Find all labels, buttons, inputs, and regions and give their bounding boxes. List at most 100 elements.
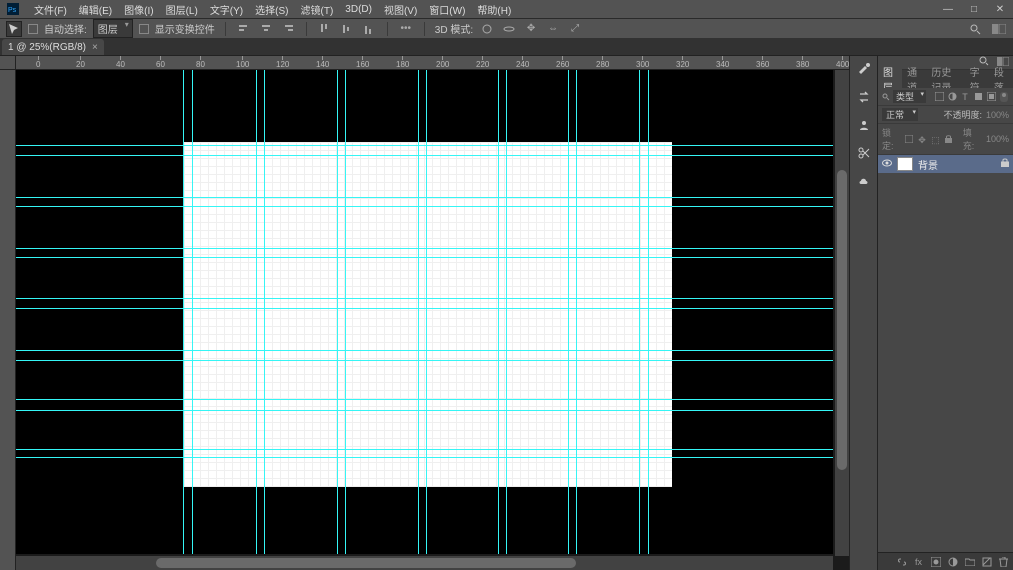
- align-top-icon[interactable]: [317, 21, 333, 37]
- vertical-guide[interactable]: [192, 70, 193, 554]
- filter-toggle-switch[interactable]: [999, 92, 1009, 102]
- distribute-icon[interactable]: •••: [398, 21, 414, 37]
- vertical-ruler[interactable]: [0, 70, 16, 570]
- blend-mode-dropdown[interactable]: 正常: [882, 108, 918, 121]
- lock-artboard-icon[interactable]: ⬚: [931, 135, 940, 144]
- filter-pixel-layer-icon[interactable]: [934, 92, 944, 102]
- vertical-guide[interactable]: [264, 70, 265, 554]
- vertical-guide[interactable]: [418, 70, 419, 554]
- menu-window[interactable]: 窗口(W): [425, 0, 469, 19]
- menu-type[interactable]: 文字(Y): [206, 0, 247, 19]
- scissors-icon[interactable]: [855, 144, 873, 162]
- horizontal-guide[interactable]: [16, 308, 833, 309]
- vertical-guide[interactable]: [568, 70, 569, 554]
- new-layer-icon[interactable]: [981, 556, 992, 567]
- cloud-icon[interactable]: [855, 172, 873, 190]
- vertical-guide[interactable]: [639, 70, 640, 554]
- vertical-guide[interactable]: [498, 70, 499, 554]
- vertical-guide[interactable]: [337, 70, 338, 554]
- h-scroll-thumb[interactable]: [156, 558, 576, 568]
- show-transform-checkbox[interactable]: [139, 24, 149, 34]
- vertical-guide[interactable]: [576, 70, 577, 554]
- history-brush-icon[interactable]: [855, 60, 873, 78]
- 3d-orbit-icon[interactable]: [479, 21, 495, 37]
- menu-select[interactable]: 选择(S): [251, 0, 292, 19]
- visibility-toggle-icon[interactable]: [882, 159, 892, 169]
- align-right-icon[interactable]: [280, 21, 296, 37]
- horizontal-guide[interactable]: [16, 457, 833, 458]
- minimize-button[interactable]: —: [941, 4, 955, 15]
- link-layers-icon[interactable]: [896, 556, 907, 567]
- vertical-guide[interactable]: [183, 70, 184, 554]
- layer-lock-icon[interactable]: [1001, 158, 1009, 170]
- delete-layer-icon[interactable]: [998, 556, 1009, 567]
- menu-3d[interactable]: 3D(D): [341, 2, 376, 17]
- vertical-guide[interactable]: [506, 70, 507, 554]
- menu-image[interactable]: 图像(I): [120, 0, 157, 19]
- filter-shape-icon[interactable]: [973, 92, 983, 102]
- document-tab[interactable]: 1 @ 25%(RGB/8) ×: [2, 39, 104, 55]
- close-button[interactable]: ✕: [993, 4, 1007, 15]
- v-scroll-thumb[interactable]: [837, 170, 847, 470]
- move-tool-icon[interactable]: [6, 21, 22, 37]
- vertical-guide[interactable]: [426, 70, 427, 554]
- horizontal-guide[interactable]: [16, 350, 833, 351]
- horizontal-guide[interactable]: [16, 248, 833, 249]
- align-v-center-icon[interactable]: [339, 21, 355, 37]
- 3d-pan-icon[interactable]: ✥: [523, 21, 539, 37]
- auto-select-checkbox[interactable]: [28, 24, 38, 34]
- horizontal-guide[interactable]: [16, 298, 833, 299]
- layer-mask-icon[interactable]: [930, 556, 941, 567]
- fill-value[interactable]: 100%: [986, 134, 1009, 144]
- search-icon[interactable]: [967, 21, 983, 37]
- horizontal-guide[interactable]: [16, 360, 833, 361]
- adjustment-layer-icon[interactable]: [947, 556, 958, 567]
- align-left-icon[interactable]: [236, 21, 252, 37]
- filter-type-layer-icon[interactable]: T: [960, 92, 970, 102]
- layer-thumbnail[interactable]: [897, 157, 913, 171]
- align-bottom-icon[interactable]: [361, 21, 377, 37]
- new-group-icon[interactable]: [964, 556, 975, 567]
- filter-search-icon[interactable]: [882, 93, 890, 101]
- horizontal-guide[interactable]: [16, 145, 833, 146]
- menu-filter[interactable]: 滤镜(T): [297, 0, 338, 19]
- canvas-viewport[interactable]: [16, 70, 833, 554]
- filter-smart-icon[interactable]: [986, 92, 996, 102]
- 3d-slide-icon[interactable]: ⇔: [545, 21, 561, 37]
- workspace-switch-icon[interactable]: [991, 21, 1007, 37]
- horizontal-ruler[interactable]: 0204060801001201401601802002202402602803…: [16, 56, 849, 70]
- layer-name-label[interactable]: 背景: [918, 157, 938, 172]
- tab-close-icon[interactable]: ×: [92, 42, 98, 53]
- menu-file[interactable]: 文件(F): [30, 0, 71, 19]
- horizontal-guide[interactable]: [16, 155, 833, 156]
- auto-select-target-dropdown[interactable]: 图层: [93, 19, 133, 38]
- layer-row-background[interactable]: 背景: [878, 155, 1013, 173]
- 3d-scale-icon[interactable]: ⤢: [567, 21, 583, 37]
- menu-help[interactable]: 帮助(H): [473, 0, 515, 19]
- opacity-value[interactable]: 100%: [986, 110, 1009, 120]
- people-icon[interactable]: [855, 116, 873, 134]
- vertical-guide[interactable]: [256, 70, 257, 554]
- lock-position-icon[interactable]: ✥: [918, 135, 926, 144]
- vertical-scrollbar[interactable]: [835, 70, 849, 556]
- horizontal-guide[interactable]: [16, 449, 833, 450]
- menu-layer[interactable]: 图层(L): [162, 0, 202, 19]
- 3d-roll-icon[interactable]: [501, 21, 517, 37]
- document-canvas[interactable]: [184, 142, 672, 487]
- horizontal-guide[interactable]: [16, 257, 833, 258]
- lock-all-icon[interactable]: [945, 135, 953, 144]
- horizontal-scrollbar[interactable]: [16, 556, 833, 570]
- horizontal-guide[interactable]: [16, 399, 833, 400]
- filter-type-dropdown[interactable]: 类型: [893, 90, 926, 103]
- vertical-guide[interactable]: [648, 70, 649, 554]
- layer-style-icon[interactable]: fx: [913, 556, 924, 567]
- horizontal-guide[interactable]: [16, 206, 833, 207]
- horizontal-guide[interactable]: [16, 197, 833, 198]
- horizontal-guide[interactable]: [16, 410, 833, 411]
- menu-view[interactable]: 视图(V): [380, 0, 421, 19]
- swap-arrows-icon[interactable]: [855, 88, 873, 106]
- maximize-button[interactable]: □: [967, 4, 981, 15]
- align-h-center-icon[interactable]: [258, 21, 274, 37]
- filter-adjustment-icon[interactable]: [947, 92, 957, 102]
- menu-edit[interactable]: 编辑(E): [75, 0, 116, 19]
